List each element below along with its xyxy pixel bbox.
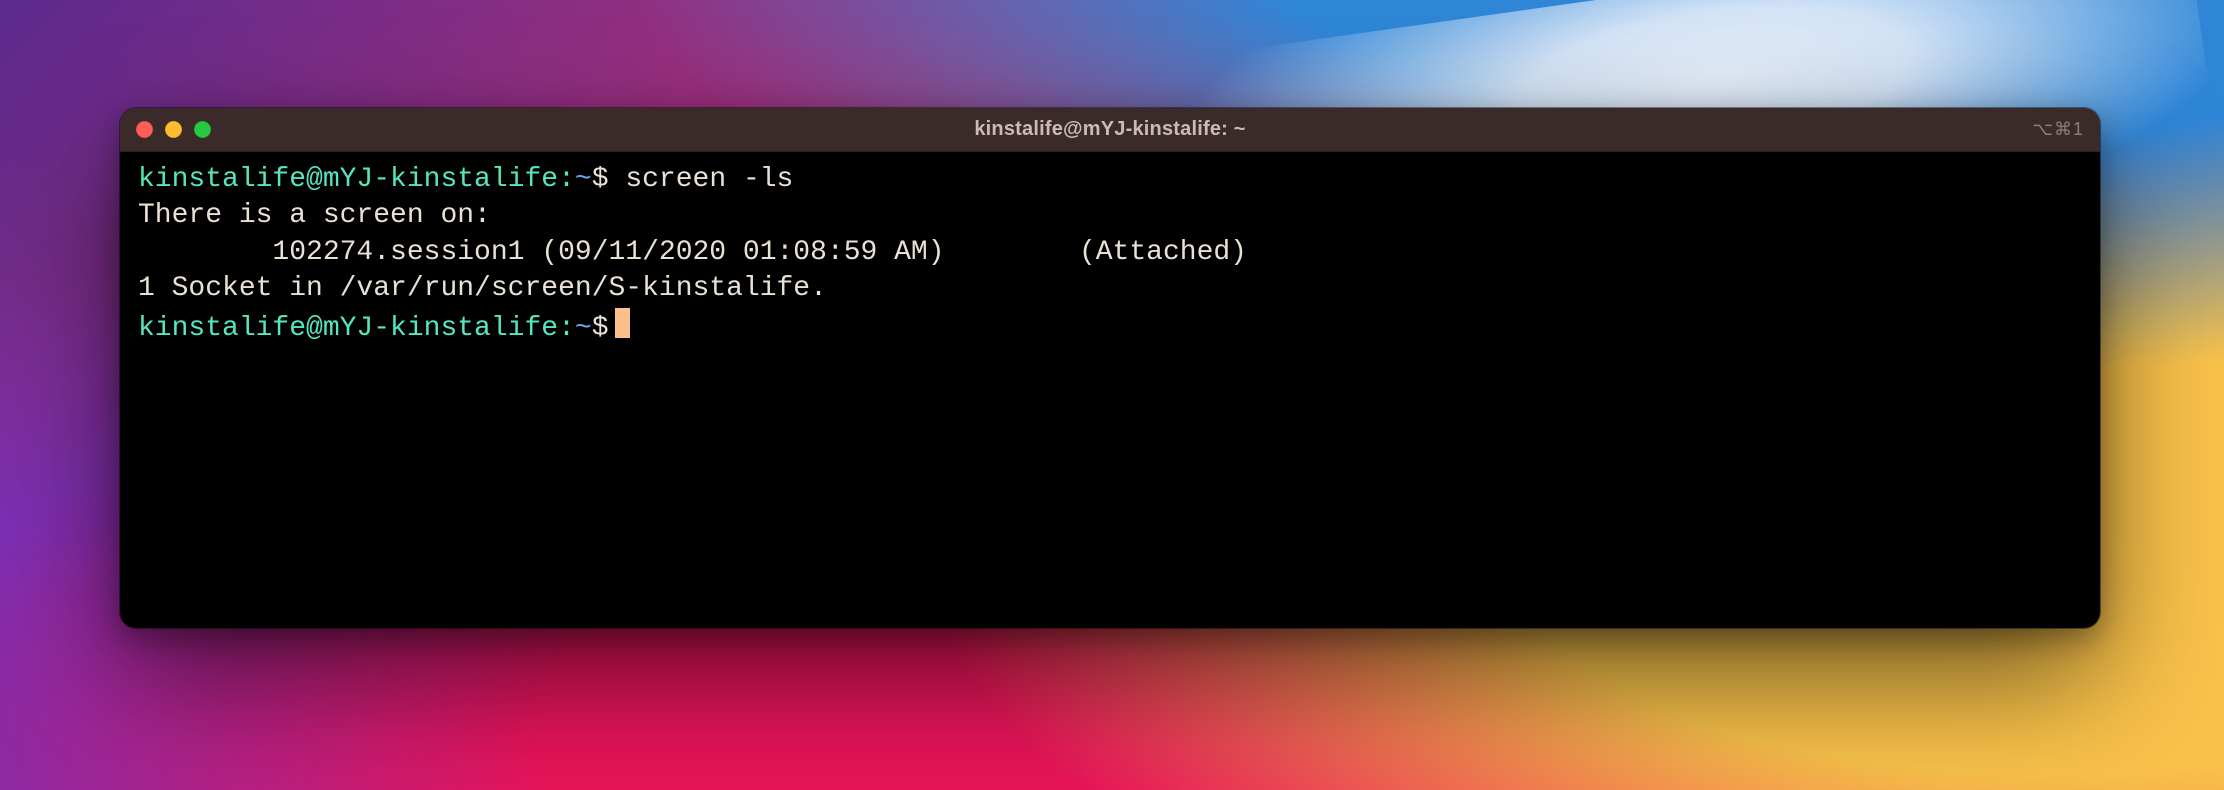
entered-command: screen -ls [625,164,793,195]
prompt-symbol: $ [592,313,609,344]
terminal-line: 102274.session1 (09/11/2020 01:08:59 AM)… [138,235,2082,271]
terminal-line: 1 Socket in /var/run/screen/S-kinstalife… [138,271,2082,307]
close-icon[interactable] [136,121,153,138]
prompt-path: ~ [575,164,592,195]
prompt-symbol: $ [592,164,609,195]
terminal-line: kinstalife@mYJ-kinstalife:~$ screen -ls [138,162,2082,198]
prompt-separator: : [558,313,575,344]
window-controls [136,121,211,138]
prompt-user-host: kinstalife@mYJ-kinstalife [138,313,558,344]
zoom-icon[interactable] [194,121,211,138]
terminal-line: kinstalife@mYJ-kinstalife:~$ [138,308,2082,347]
window-titlebar[interactable]: kinstalife@mYJ-kinstalife: ~ ⌥⌘1 [120,108,2100,152]
terminal-window: kinstalife@mYJ-kinstalife: ~ ⌥⌘1 kinstal… [120,108,2100,628]
terminal-output[interactable]: kinstalife@mYJ-kinstalife:~$ screen -lsT… [120,152,2100,628]
terminal-line: There is a screen on: [138,198,2082,234]
window-shortcut-hint: ⌥⌘1 [2032,119,2084,140]
prompt-user-host: kinstalife@mYJ-kinstalife [138,164,558,195]
prompt-path: ~ [575,313,592,344]
window-title: kinstalife@mYJ-kinstalife: ~ [120,118,2100,141]
minimize-icon[interactable] [165,121,182,138]
cursor-icon [615,308,630,338]
prompt-separator: : [558,164,575,195]
